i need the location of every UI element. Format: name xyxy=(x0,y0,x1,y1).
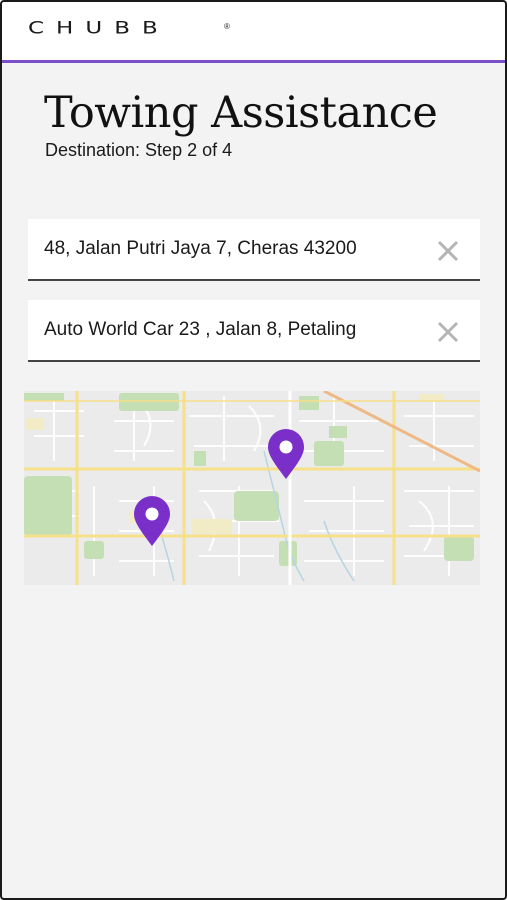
close-icon[interactable] xyxy=(436,239,460,263)
close-icon[interactable] xyxy=(436,320,460,344)
step-indicator: Destination: Step 2 of 4 xyxy=(45,140,233,160)
page-title: Towing Assistance xyxy=(44,88,438,138)
map-canvas[interactable] xyxy=(24,391,480,585)
chubb-logo: CHUBB xyxy=(28,19,170,38)
registered-mark: ® xyxy=(224,22,230,31)
app-header: CHUBB ® xyxy=(0,0,507,63)
origin-address-value[interactable]: 48, Jalan Putri Jaya 7, Cheras 43200 xyxy=(44,238,424,260)
destination-address-field[interactable]: Auto World Car 23 , Jalan 8, Petaling xyxy=(28,300,480,362)
origin-address-field[interactable]: 48, Jalan Putri Jaya 7, Cheras 43200 xyxy=(28,219,480,281)
route-map[interactable] xyxy=(24,391,480,585)
destination-address-value[interactable]: Auto World Car 23 , Jalan 8, Petaling xyxy=(44,319,424,341)
